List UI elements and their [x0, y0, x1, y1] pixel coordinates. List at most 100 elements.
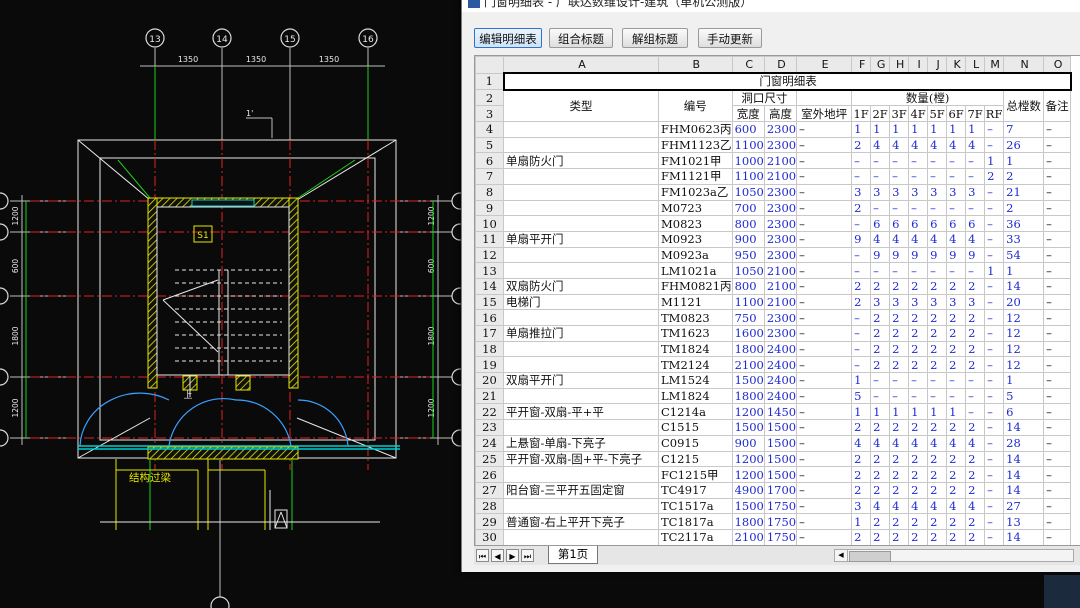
type-cell[interactable]: 阳台窗-三平开五固定窗: [503, 481, 659, 499]
spreadsheet[interactable]: A B C D E F G H I J K L M N O 1 门窗明细表 2 类型 编号 洞口尺寸 数量(樘) 总樘数 备注…: [474, 55, 1080, 546]
column-header-L[interactable]: L: [965, 56, 986, 74]
total-cell[interactable]: 14: [1003, 277, 1045, 295]
width-cell[interactable]: 800: [731, 215, 765, 232]
code-cell[interactable]: FM1121甲: [658, 168, 733, 185]
type-cell[interactable]: 普通窗-右上平开下亮子: [503, 513, 659, 530]
total-cell[interactable]: 12: [1003, 356, 1045, 374]
floor-qty-cell[interactable]: 2: [965, 325, 986, 342]
floor-qty-cell[interactable]: –: [889, 199, 910, 217]
remark-cell[interactable]: –: [1043, 497, 1072, 515]
total-cell[interactable]: 1: [1003, 152, 1045, 170]
code-cell[interactable]: LM1824: [658, 387, 733, 405]
prev-sheet-button[interactable]: ◀: [491, 549, 504, 562]
manual-update-button[interactable]: 手动更新: [698, 28, 762, 48]
floor-qty-cell[interactable]: 2: [851, 419, 872, 436]
width-cell[interactable]: 1000: [731, 152, 765, 170]
floor-qty-cell[interactable]: 4: [965, 434, 986, 452]
remark-cell[interactable]: –: [1043, 246, 1072, 264]
height-cell[interactable]: 2300: [763, 309, 798, 326]
floor-qty-cell[interactable]: 2: [965, 340, 986, 358]
outdoor-grade-cell[interactable]: –: [796, 168, 853, 185]
floor-qty-cell[interactable]: 2: [908, 481, 929, 499]
total-cell[interactable]: 13: [1003, 513, 1045, 530]
total-cell[interactable]: 12: [1003, 309, 1045, 326]
header-floor[interactable]: 6F: [946, 105, 967, 123]
floor-qty-cell[interactable]: 6: [908, 215, 929, 232]
floor-qty-cell[interactable]: 2: [889, 277, 910, 295]
header-opening-size[interactable]: 洞口尺寸: [731, 89, 798, 107]
height-cell[interactable]: 2100: [763, 293, 798, 311]
height-cell[interactable]: 2300: [763, 121, 798, 138]
floor-qty-cell[interactable]: –: [984, 450, 1005, 468]
floor-qty-cell[interactable]: 2: [965, 450, 986, 468]
floor-qty-cell[interactable]: –: [965, 168, 986, 185]
total-cell[interactable]: 14: [1003, 419, 1045, 436]
outdoor-grade-cell[interactable]: –: [796, 325, 853, 342]
floor-qty-cell[interactable]: 4: [946, 497, 967, 515]
door-window-schedule-window[interactable]: 门窗明细表 - 广联达数维设计-建筑（单机公测版） 编辑明细表 组合标题 解组标…: [461, 0, 1080, 572]
floor-qty-cell[interactable]: 2: [946, 419, 967, 436]
group-header-button[interactable]: 组合标题: [549, 28, 613, 48]
floor-qty-cell[interactable]: 4: [870, 230, 891, 248]
floor-qty-cell[interactable]: 3: [946, 183, 967, 201]
floor-qty-cell[interactable]: –: [889, 152, 910, 170]
floor-qty-cell[interactable]: –: [984, 497, 1005, 515]
total-cell[interactable]: 28: [1003, 434, 1045, 452]
floor-qty-cell[interactable]: 1: [889, 121, 910, 138]
floor-qty-cell[interactable]: 2: [908, 466, 929, 483]
floor-qty-cell[interactable]: 2: [946, 277, 967, 295]
floor-qty-cell[interactable]: 2: [927, 528, 948, 546]
floor-qty-cell[interactable]: –: [984, 183, 1005, 201]
code-cell[interactable]: FM1021甲: [658, 152, 733, 170]
floor-qty-cell[interactable]: 2: [927, 513, 948, 530]
height-cell[interactable]: 2400: [763, 372, 798, 389]
floor-qty-cell[interactable]: 2: [870, 277, 891, 295]
floor-qty-cell[interactable]: –: [851, 152, 872, 170]
floor-qty-cell[interactable]: 2: [908, 309, 929, 326]
floor-qty-cell[interactable]: 2: [927, 325, 948, 342]
floor-qty-cell[interactable]: 4: [908, 497, 929, 515]
floor-qty-cell[interactable]: 2: [927, 277, 948, 295]
floor-qty-cell[interactable]: 4: [851, 434, 872, 452]
floor-qty-cell[interactable]: 2: [965, 466, 986, 483]
remark-cell[interactable]: –: [1043, 450, 1072, 468]
outdoor-grade-cell[interactable]: –: [796, 387, 853, 405]
floor-qty-cell[interactable]: 4: [889, 434, 910, 452]
remark-cell[interactable]: –: [1043, 481, 1072, 499]
floor-qty-cell[interactable]: 2: [946, 481, 967, 499]
floor-qty-cell[interactable]: 1: [965, 121, 986, 138]
floor-qty-cell[interactable]: 2: [851, 199, 872, 217]
floor-qty-cell[interactable]: 2: [889, 450, 910, 468]
header-remark[interactable]: 备注: [1043, 89, 1072, 123]
floor-qty-cell[interactable]: –: [927, 168, 948, 185]
floor-qty-cell[interactable]: 2: [889, 325, 910, 342]
width-cell[interactable]: 900: [731, 230, 765, 248]
ungroup-header-button[interactable]: 解组标题: [622, 28, 688, 48]
floor-qty-cell[interactable]: 1: [870, 121, 891, 138]
header-total[interactable]: 总樘数: [1003, 89, 1045, 123]
height-cell[interactable]: 1750: [763, 528, 798, 546]
floor-qty-cell[interactable]: –: [946, 387, 967, 405]
floor-qty-cell[interactable]: –: [984, 372, 1005, 389]
header-outdoor-grade[interactable]: 室外地坪: [796, 105, 853, 123]
floor-qty-cell[interactable]: 3: [965, 293, 986, 311]
floor-qty-cell[interactable]: 9: [946, 246, 967, 264]
code-cell[interactable]: C1215: [658, 450, 733, 468]
floor-qty-cell[interactable]: 2: [946, 513, 967, 530]
height-cell[interactable]: 2100: [763, 277, 798, 295]
schedule-title-cell[interactable]: 门窗明细表: [502, 72, 1072, 91]
height-cell[interactable]: 2100: [763, 152, 798, 170]
header-floor[interactable]: 1F: [851, 105, 872, 123]
code-cell[interactable]: FC1215甲: [658, 466, 733, 483]
code-cell[interactable]: C0915: [658, 434, 733, 452]
width-cell[interactable]: 1100: [731, 293, 765, 311]
floor-qty-cell[interactable]: 3: [889, 293, 910, 311]
type-cell[interactable]: [503, 262, 659, 279]
height-cell[interactable]: 2100: [763, 168, 798, 185]
floor-qty-cell[interactable]: –: [927, 262, 948, 279]
first-sheet-button[interactable]: ⏮: [476, 549, 489, 562]
floor-qty-cell[interactable]: 2: [965, 528, 986, 546]
floor-qty-cell[interactable]: 4: [946, 136, 967, 154]
floor-qty-cell[interactable]: 2: [965, 356, 986, 374]
floor-qty-cell[interactable]: 1: [927, 121, 948, 138]
